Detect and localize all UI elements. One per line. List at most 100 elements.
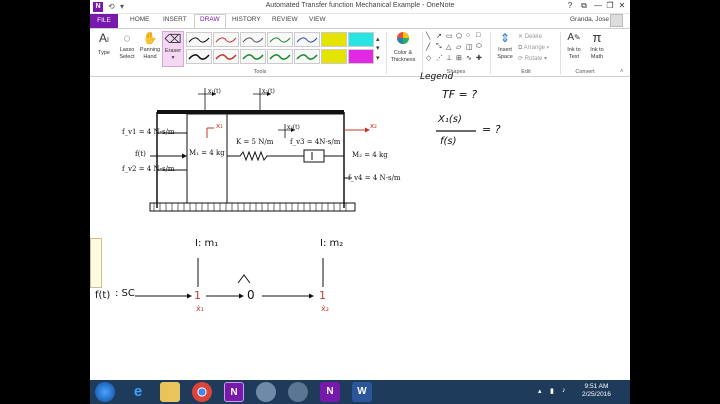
- user-name[interactable]: Granda, Jose: [570, 16, 609, 23]
- highlighter-cyan[interactable]: [348, 32, 374, 47]
- insert-space-label-2: Space: [497, 53, 513, 60]
- pen-swatch-5[interactable]: [294, 32, 320, 47]
- arrange-button[interactable]: ⧉ Arrange ▾: [518, 43, 549, 54]
- tab-file[interactable]: FILE: [90, 14, 118, 28]
- square-shape-icon[interactable]: □: [476, 32, 480, 39]
- app-icon[interactable]: [256, 382, 276, 402]
- ink-to-text-button[interactable]: A✎ Ink to Text: [563, 31, 585, 60]
- rotate-label: Rotate: [524, 56, 543, 62]
- app-icon-2[interactable]: [288, 382, 308, 402]
- tab-history[interactable]: HISTORY: [232, 16, 261, 23]
- node1-subscript: ẋ₁: [196, 304, 204, 313]
- ellipse-shape-icon[interactable]: ⬭: [476, 43, 482, 51]
- tray-arrow-icon[interactable]: ▴: [538, 387, 542, 395]
- close-button[interactable]: ✕: [616, 1, 628, 10]
- avatar[interactable]: [610, 14, 623, 27]
- curve-shape-icon[interactable]: ∿: [466, 54, 472, 62]
- pen-swatch-3[interactable]: [240, 32, 266, 47]
- rotate-button[interactable]: ⟳ Rotate ▾: [518, 54, 549, 65]
- word-icon[interactable]: W: [352, 382, 372, 402]
- tab-draw[interactable]: DRAW: [194, 14, 226, 28]
- network-icon[interactable]: ▮: [550, 387, 554, 395]
- collapse-ribbon-icon[interactable]: ˄: [620, 69, 624, 75]
- separator: [386, 32, 387, 74]
- pen-swatch-1[interactable]: [186, 32, 212, 47]
- arrow-shape-icon[interactable]: ↗: [436, 32, 442, 40]
- pen-swatch-2[interactable]: [213, 32, 239, 47]
- delete-button[interactable]: ✕ Delete: [518, 32, 549, 43]
- gallery-scroll-up-icon[interactable]: ▴: [376, 35, 380, 43]
- group-label-edit: Edit: [521, 69, 531, 75]
- pentagon-shape-icon[interactable]: ⬠: [456, 32, 462, 40]
- dotted-line-shape-icon[interactable]: ⋰: [436, 54, 443, 62]
- highlighter-yellow-2[interactable]: [321, 49, 347, 64]
- pen-swatch-6[interactable]: [186, 49, 212, 64]
- tab-view[interactable]: VIEW: [309, 16, 326, 23]
- line2-shape-icon[interactable]: ╱: [426, 43, 430, 51]
- file-explorer-icon[interactable]: [160, 382, 180, 402]
- pen-swatch-9[interactable]: [267, 49, 293, 64]
- group-label-tools: Tools: [253, 69, 267, 75]
- draw-ribbon: AI Type ◌ Lasso Select ✋ Panning Hand ⌫ …: [90, 28, 630, 77]
- parallelogram-shape-icon[interactable]: ▱: [456, 43, 461, 51]
- line-shape-icon[interactable]: ╲: [426, 32, 430, 40]
- help-button[interactable]: ?: [564, 1, 576, 10]
- panning-label-1: Panning: [139, 47, 161, 53]
- separator: [490, 32, 491, 74]
- clock[interactable]: 9:51 AM 2/25/2016: [582, 383, 611, 399]
- cube-shape-icon[interactable]: ◫: [466, 43, 473, 51]
- type-button[interactable]: AI Type: [93, 31, 115, 57]
- highlighter-yellow[interactable]: [321, 32, 347, 47]
- internet-explorer-icon[interactable]: e: [128, 382, 148, 402]
- gallery-more-icon[interactable]: ▾: [376, 54, 380, 62]
- lasso-select-button[interactable]: ◌ Lasso Select: [116, 31, 138, 60]
- ink-math-label-2: Math: [590, 53, 604, 60]
- fraction-denominator: f(s): [440, 136, 457, 147]
- color-thickness-button[interactable]: Color & Thickness: [388, 31, 418, 63]
- eraser-button[interactable]: ⌫ Eraser ▾: [162, 31, 184, 67]
- triangle-shape-icon[interactable]: △: [446, 43, 451, 51]
- pi-icon: π: [592, 30, 602, 45]
- pen-swatch-4[interactable]: [267, 32, 293, 47]
- circle-shape-icon[interactable]: ○: [466, 32, 470, 39]
- panning-hand-button[interactable]: ✋ Panning Hand: [138, 31, 162, 60]
- pen-swatch-7[interactable]: [213, 49, 239, 64]
- onenote-window: N ⟲ ▾ Automated Transfer function Mechan…: [90, 0, 630, 404]
- ink-to-math-button[interactable]: π Ink to Math: [586, 31, 608, 60]
- pen-swatch-8[interactable]: [240, 49, 266, 64]
- tab-insert[interactable]: INSERT: [163, 16, 187, 23]
- tab-review[interactable]: REVIEW: [272, 16, 298, 23]
- insert-space-button[interactable]: ⇕ Insert Space: [493, 31, 517, 60]
- ink-text-label-2: Text: [568, 53, 580, 60]
- taskbar: e N N W ▴ ▮ ♪ 9:51 AM 2/25/2016: [90, 380, 630, 404]
- onenote-icon-2[interactable]: N: [320, 382, 340, 402]
- volume-icon[interactable]: ♪: [562, 387, 566, 394]
- color-wheel-icon: [388, 31, 418, 48]
- start-orb-icon[interactable]: [95, 382, 115, 402]
- gallery-scroll-down-icon[interactable]: ▾: [376, 44, 380, 52]
- graph-shape-icon[interactable]: ⊞: [456, 54, 462, 62]
- onenote-icon[interactable]: N: [224, 382, 244, 402]
- axis-shape-icon[interactable]: ⊥: [446, 54, 452, 62]
- rectangle-shape-icon[interactable]: ▭: [446, 32, 453, 40]
- node2-label: I: m₂: [320, 238, 344, 249]
- restore-ribbon-button[interactable]: ⧉: [578, 1, 590, 11]
- plus-shape-icon[interactable]: ✚: [476, 54, 482, 62]
- highlighter-magenta[interactable]: [348, 49, 374, 64]
- node1-label: I: m₁: [195, 238, 219, 249]
- minimize-button[interactable]: —: [592, 1, 604, 10]
- lasso-label-2: Select: [119, 53, 135, 60]
- group-label-convert: Convert: [575, 69, 595, 75]
- diamond-shape-icon[interactable]: ◇: [426, 54, 431, 62]
- type-cursor-icon: AI: [99, 31, 109, 45]
- chrome-icon[interactable]: [192, 382, 212, 402]
- pen-swatch-10[interactable]: [294, 49, 320, 64]
- delete-icon: ✕: [518, 34, 524, 40]
- double-arrow-shape-icon[interactable]: ⤡: [436, 43, 442, 51]
- maximize-button[interactable]: ❐: [604, 1, 616, 10]
- tab-home[interactable]: HOME: [130, 16, 150, 23]
- color-label-2: Thickness: [390, 56, 416, 63]
- shapes-gallery[interactable]: ╲ ↗ ▭ ⬠ ○ □ ╱ ⤡ △ ▱ ◫ ⬭ ◇ ⋰ ⊥ ⊞ ∿ ✚: [426, 32, 486, 66]
- note-page[interactable]: x₁(t) x₂(t) x₃(t) x₁ x₂ f_v1 = 4 N-s/m f…: [90, 72, 630, 380]
- legend-header: Legend: [420, 72, 454, 82]
